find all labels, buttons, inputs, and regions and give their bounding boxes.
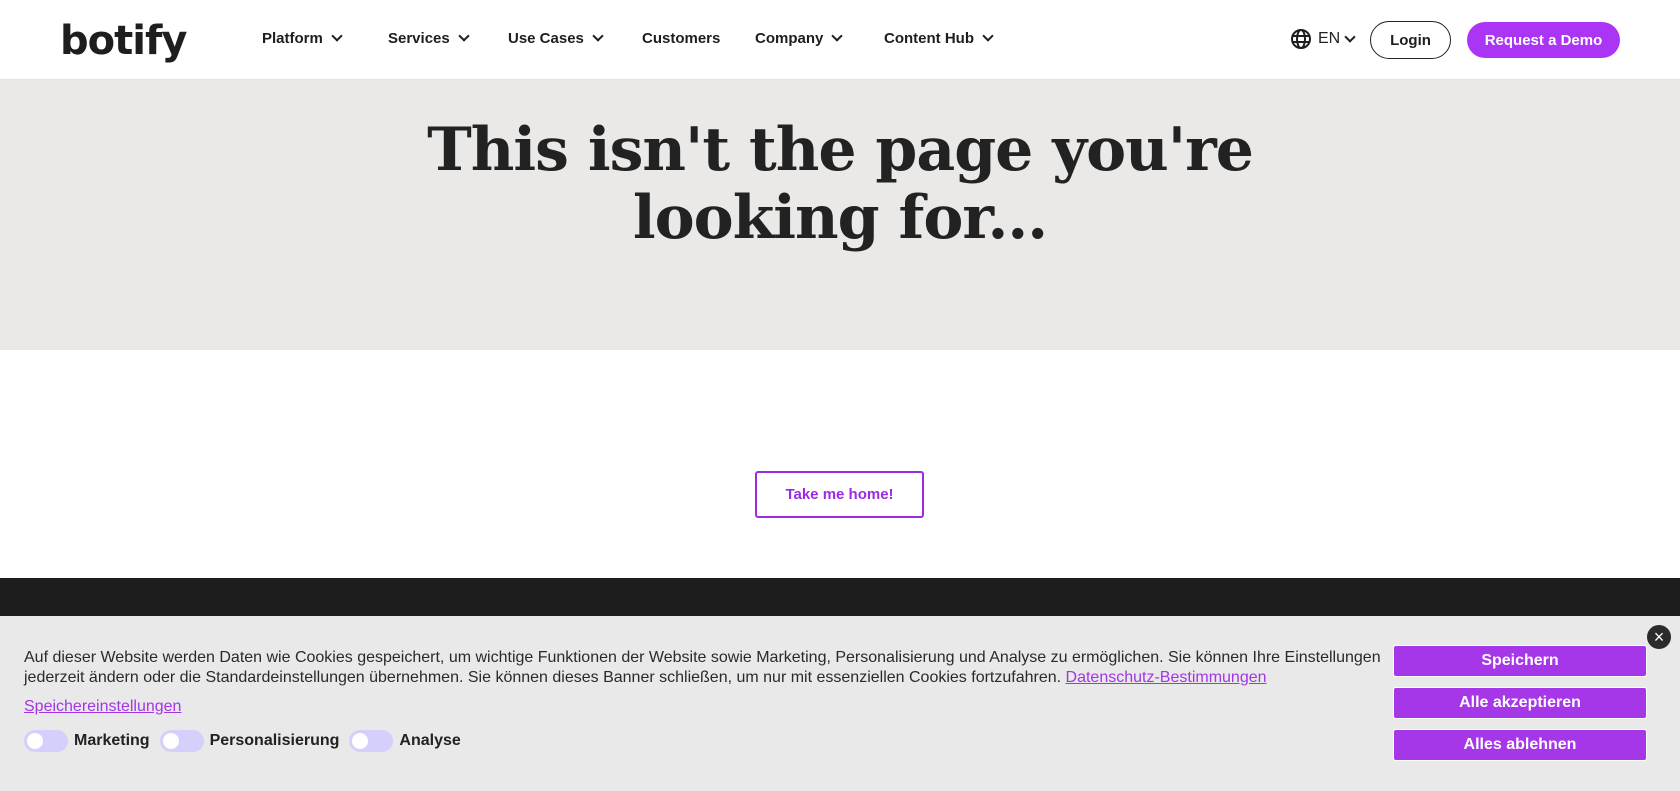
privacy-link[interactable]: Datenschutz-Bestimmungen bbox=[1066, 669, 1267, 686]
nav-label: Services bbox=[388, 30, 450, 47]
nav-customers[interactable]: Customers bbox=[642, 30, 720, 47]
request-demo-button[interactable]: Request a Demo bbox=[1467, 22, 1620, 58]
analyse-toggle[interactable] bbox=[349, 730, 394, 752]
title-line: looking for... bbox=[632, 183, 1048, 253]
top-nav: botify Platform Services Use Cases Custo… bbox=[0, 0, 1680, 80]
nav-platform[interactable]: Platform bbox=[262, 30, 343, 47]
chevron-down-icon bbox=[592, 30, 604, 42]
cookie-text: Auf dieser Website werden Daten wie Cook… bbox=[24, 648, 1384, 688]
take-me-home-button[interactable]: Take me home! bbox=[755, 471, 924, 518]
botify-logo[interactable]: botify bbox=[60, 18, 187, 64]
toggle-label: Analyse bbox=[399, 732, 461, 749]
toggle-label: Marketing bbox=[74, 732, 150, 749]
chevron-down-icon bbox=[831, 30, 844, 42]
chevron-down-icon bbox=[1344, 30, 1356, 43]
cookie-toggles: Marketing Personalisierung Analyse bbox=[24, 730, 461, 752]
close-icon[interactable]: × bbox=[1647, 625, 1671, 649]
nav-label: Use Cases bbox=[508, 30, 584, 47]
storage-settings-link[interactable]: Speichereinstellungen bbox=[24, 698, 181, 716]
chevron-down-icon bbox=[458, 30, 470, 42]
language-selector[interactable]: EN bbox=[1290, 28, 1356, 50]
nav-content-hub[interactable]: Content Hub bbox=[884, 30, 994, 47]
accept-all-button[interactable]: Alle akzeptieren bbox=[1393, 687, 1647, 719]
cookie-banner: Auf dieser Website werden Daten wie Cook… bbox=[0, 616, 1680, 791]
hero-section: This isn't the page you're looking for... bbox=[0, 80, 1680, 350]
page-title: This isn't the page you're looking for... bbox=[0, 116, 1680, 252]
personalisierung-toggle[interactable] bbox=[159, 730, 204, 752]
login-button[interactable]: Login bbox=[1370, 21, 1451, 59]
chevron-down-icon bbox=[331, 30, 343, 42]
nav-label: Company bbox=[755, 30, 824, 47]
nav-services[interactable]: Services bbox=[388, 30, 470, 47]
globe-icon bbox=[1291, 29, 1311, 49]
chevron-down-icon bbox=[982, 30, 994, 42]
toggle-label: Personalisierung bbox=[209, 732, 340, 749]
nav-label: Customers bbox=[642, 30, 721, 47]
reject-all-button[interactable]: Alles ablehnen bbox=[1393, 729, 1647, 761]
language-label: EN bbox=[1318, 30, 1341, 47]
nav-company[interactable]: Company bbox=[755, 30, 844, 47]
nav-label: Content Hub bbox=[884, 30, 974, 47]
nav-use-cases[interactable]: Use Cases bbox=[508, 30, 604, 47]
footer bbox=[0, 578, 1680, 618]
marketing-toggle[interactable] bbox=[24, 730, 68, 752]
title-line: This isn't the page you're bbox=[427, 115, 1254, 185]
save-button[interactable]: Speichern bbox=[1393, 645, 1647, 677]
nav-label: Platform bbox=[262, 30, 323, 47]
